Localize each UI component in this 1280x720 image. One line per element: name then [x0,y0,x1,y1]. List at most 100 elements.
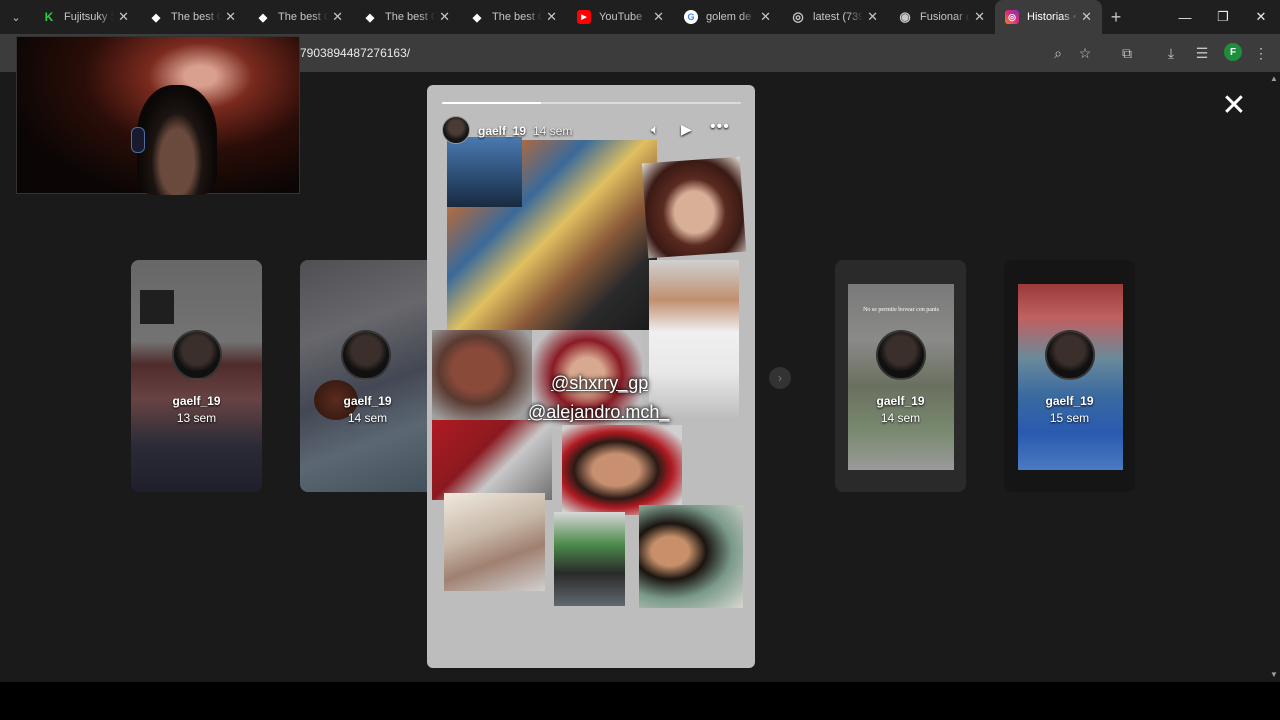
scroll-up-icon[interactable]: ▲ [1270,74,1278,83]
story-photo [444,493,545,591]
story-photo [554,512,625,606]
more-icon[interactable]: ••• [710,118,730,136]
tab-close-icon[interactable]: ✕ [760,10,771,24]
story-photo [447,137,522,207]
avatar[interactable] [442,116,470,144]
story-username[interactable]: gaelf_19 [478,124,526,138]
tab-strip: ⌄ K Fujitsuky S ✕ ◆ The best C ✕ ◆ The b… [0,0,1280,34]
new-tab-icon[interactable]: + [1102,0,1130,34]
tab-favicon: G [684,10,698,24]
speaker-icon[interactable]: 🔈︎ [651,121,659,138]
tab[interactable]: G golem de ✕ [674,0,781,34]
avatar [172,330,222,380]
bookmark-star-icon[interactable]: ☆ [1075,43,1095,63]
webcam-overlay [16,36,300,195]
tab-close-icon[interactable]: ✕ [439,10,450,24]
tab-favicon: ◆ [258,11,268,24]
tab-close-icon[interactable]: ✕ [867,10,878,24]
story-progress-bar [442,102,741,104]
headphones [131,127,145,153]
tab-close-icon[interactable]: ✕ [974,10,985,24]
tab-close-icon[interactable]: ✕ [653,10,664,24]
card-age: 15 sem [1049,411,1090,425]
zoom-icon[interactable]: ⌕ [1048,43,1068,63]
story-progress-fill [442,102,541,104]
tab-favicon: ◆ [472,11,482,24]
tab-active[interactable]: ◎ Historias • ✕ [995,0,1102,34]
tab-title: Historias • [1027,11,1077,23]
tab-favicon: ▶ [577,10,591,24]
tab-title: latest (739 [813,11,863,23]
story-photo [649,260,739,420]
card-age: 13 sem [176,411,217,425]
tab-favicon: ◉ [899,9,911,24]
tab-title: The best C [492,11,542,23]
avatar [341,330,391,380]
card-username: gaelf_19 [876,394,925,408]
tab-close-icon[interactable]: ✕ [546,10,557,24]
tab[interactable]: ▶ YouTube ✕ [567,0,674,34]
story-photo [432,330,542,430]
story-photo [639,505,743,608]
tab[interactable]: ◎ latest (739 ✕ [781,0,888,34]
mention-link[interactable]: @shxrry_gp [551,373,648,394]
avatar [876,330,926,380]
tab[interactable]: ◆ The best C ✕ [460,0,567,34]
card-username: gaelf_19 [343,394,392,408]
tab-title: golem de [706,11,752,23]
tab-close-icon[interactable]: ✕ [332,10,343,24]
tab[interactable]: ◉ Fusionar c ✕ [888,0,995,34]
tab[interactable]: ◆ The best C ✕ [246,0,353,34]
card-username: gaelf_19 [172,394,221,408]
tab-title: Fusionar c [920,11,970,23]
tab-title: Fujitsuky S [64,11,114,23]
scrollbar[interactable]: ▲ ▼ [1267,72,1280,682]
tab-favicon: ◆ [151,11,161,24]
story-photo [562,425,682,515]
tab-close-icon[interactable]: ✕ [225,10,236,24]
extensions-icon[interactable]: ⧉ [1117,43,1137,63]
menu-icon[interactable]: ⋮ [1251,43,1271,63]
story-photo [641,156,747,259]
tab-favicon: ◆ [365,11,375,24]
tab-favicon: ◎ [792,9,804,24]
tab-favicon: ◎ [1005,10,1019,24]
story-viewer[interactable]: gaelf_19 14 sem 🔈︎ ▶ ••• @shxrry_gp @ale… [427,85,755,668]
tab-title: The best C [278,11,328,23]
tab[interactable]: ◆ The best C ✕ [353,0,460,34]
tab-search-icon[interactable]: ⌄ [0,0,32,34]
tab[interactable]: K Fujitsuky S ✕ [32,0,139,34]
tab-title: YouTube [599,11,643,23]
address-bar-url[interactable]: 7903894487276163/ [300,46,410,60]
profile-avatar[interactable]: F [1224,43,1242,61]
webcam-person [137,85,217,195]
tab-close-icon[interactable]: ✕ [1081,10,1092,24]
download-icon[interactable]: ⤓ [1161,43,1181,63]
chevron-right-icon[interactable]: › [769,367,791,389]
tab-close-icon[interactable]: ✕ [118,10,129,24]
maximize-icon[interactable]: ❐ [1204,0,1242,34]
scroll-down-icon[interactable]: ▼ [1270,670,1278,679]
card-username: gaelf_19 [1045,394,1094,408]
story-preview-card[interactable]: No se permite bovear con pants gaelf_19 … [835,260,966,492]
close-icon[interactable]: ✕ [1220,91,1248,121]
story-photo [432,420,552,500]
story-preview-card[interactable]: gaelf_19 15 sem [1004,260,1135,492]
tab-title: The best C [171,11,221,23]
card-age: 14 sem [880,411,921,425]
tab-title: The best C [385,11,435,23]
avatar [1045,330,1095,380]
tab[interactable]: ◆ The best C ✕ [139,0,246,34]
minimize-icon[interactable]: — [1166,0,1204,34]
tab-favicon: K [44,10,54,24]
media-control-icon[interactable]: ☰ [1192,43,1212,63]
card-age: 14 sem [347,411,388,425]
mention-link[interactable]: @alejandro.mch_ [528,402,669,423]
story-preview-card[interactable]: gaelf_19 13 sem [131,260,262,492]
window-close-icon[interactable]: ✕ [1242,0,1280,34]
story-preview-text: No se permite bovear con pants [863,307,939,313]
play-icon[interactable]: ▶ [681,121,692,138]
taskbar-strip [0,682,1280,720]
story-age: 14 sem [533,124,573,138]
story-preview-card[interactable]: gaelf_19 14 sem [300,260,427,492]
